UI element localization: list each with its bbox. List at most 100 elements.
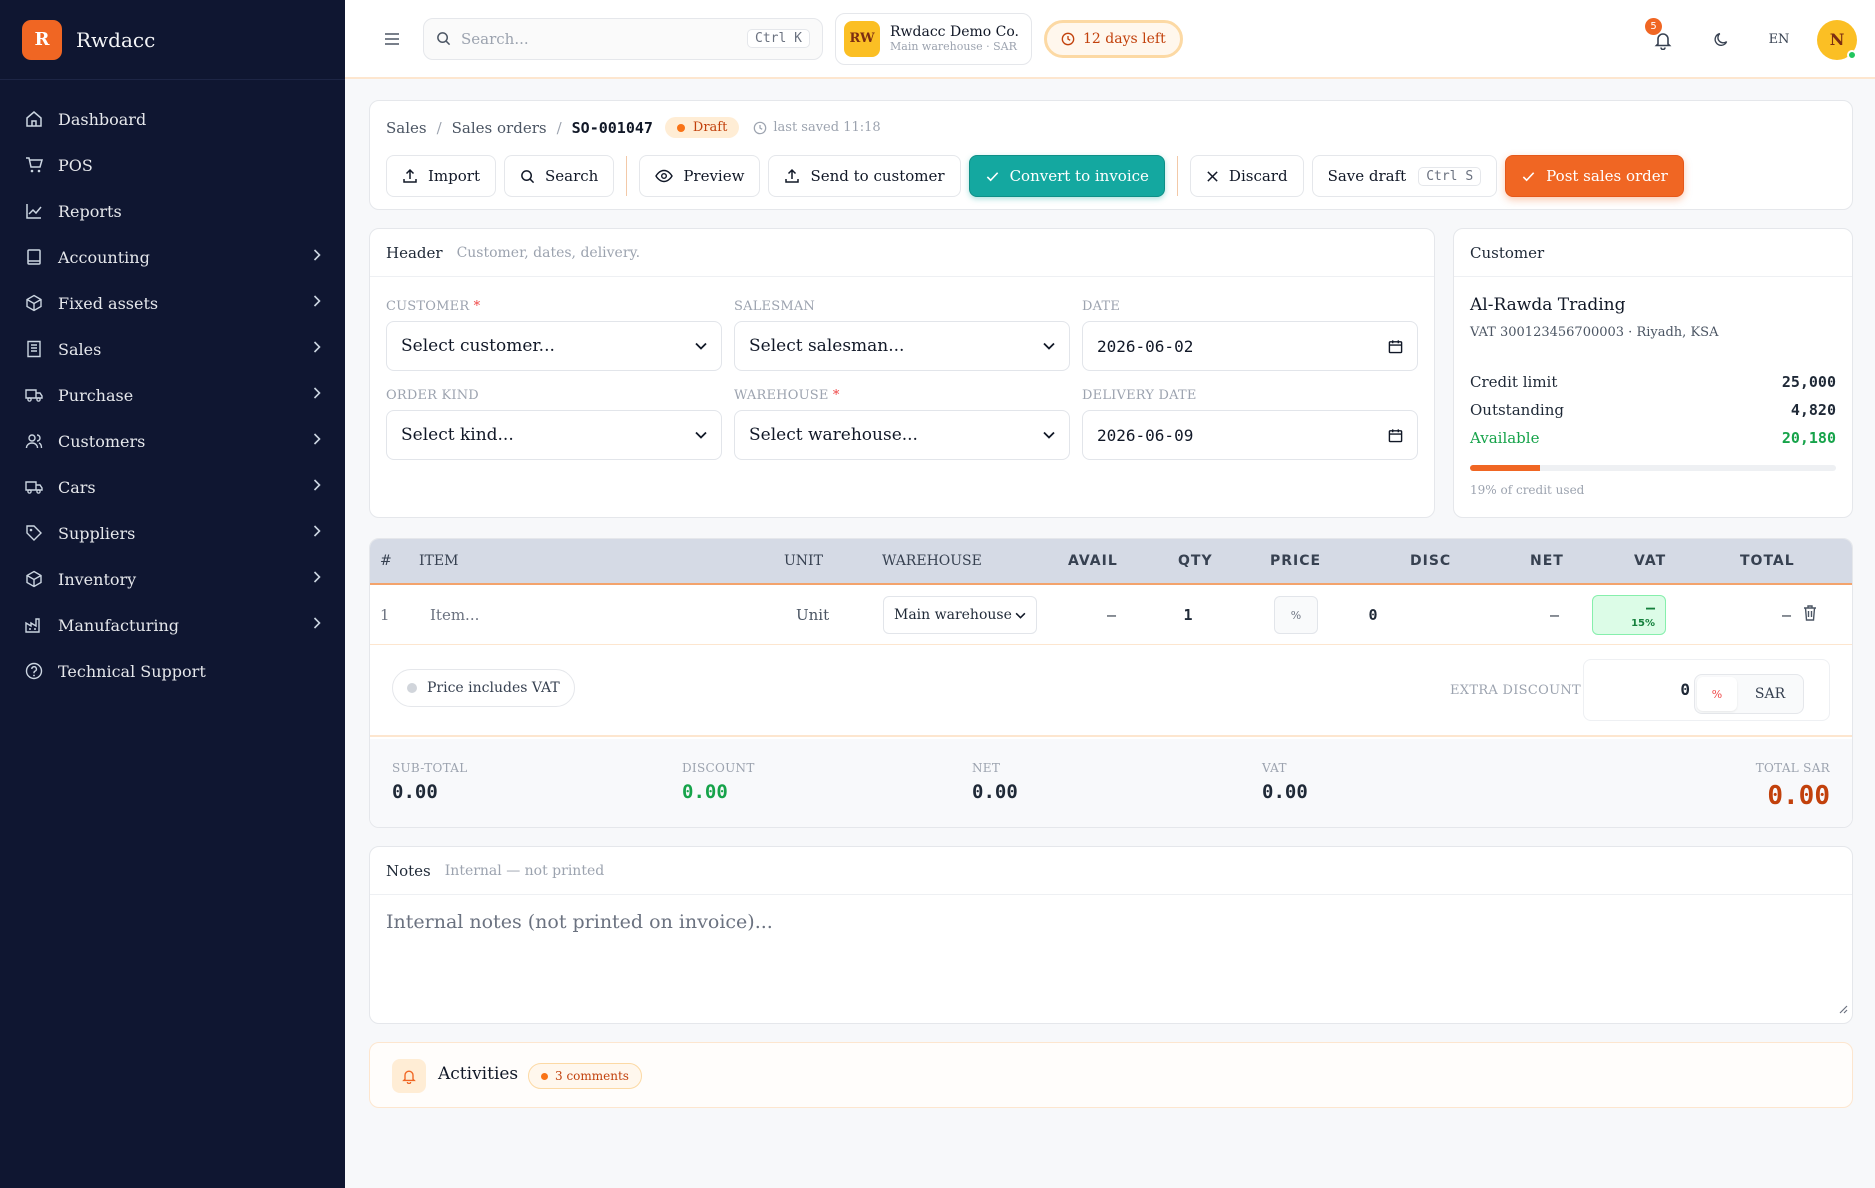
unit-input[interactable]: Unit <box>796 606 829 624</box>
clock-icon <box>1061 32 1075 45</box>
search-placeholder: Search... <box>461 29 529 48</box>
last-saved-text: last saved 11:18 <box>773 120 881 135</box>
outstanding-value: 4,820 <box>1790 401 1836 419</box>
section-title: Header <box>386 243 443 262</box>
company-switcher[interactable]: RW Rwdacc Demo Co. Main warehouse · SAR <box>835 12 1032 65</box>
customer-select[interactable]: Select customer... <box>386 321 722 371</box>
warehouse-select[interactable]: Select warehouse... <box>734 410 1070 460</box>
sidebar-item-inventory[interactable]: Inventory <box>0 556 345 602</box>
sidebar-item-customers[interactable]: Customers <box>0 418 345 464</box>
available-row: Available 20,180 <box>1470 429 1836 447</box>
comments-badge[interactable]: 3 comments <box>528 1063 642 1089</box>
preview-label: Preview <box>683 167 745 185</box>
upload-icon <box>785 168 800 183</box>
breadcrumb-sales-orders[interactable]: Sales orders <box>452 119 547 137</box>
sidebar-item-dashboard[interactable]: Dashboard <box>0 96 345 142</box>
salesman-select[interactable]: Select salesman... <box>734 321 1070 371</box>
trial-badge[interactable]: 12 days left <box>1043 19 1183 58</box>
trial-suffix: days left <box>1105 30 1166 47</box>
search-icon <box>521 169 535 183</box>
customer-value: Select customer... <box>401 336 555 356</box>
sidebar: R Rwdacc Dashboard POS Reports Accounting Fi… <box>0 0 345 1188</box>
sidebar-item-purchase[interactable]: Purchase <box>0 372 345 418</box>
discount-label: DISCOUNT <box>682 761 755 775</box>
disc-type-toggle[interactable]: % <box>1274 596 1318 634</box>
sidebar-item-label: Fixed assets <box>58 293 159 313</box>
trial-days: 12 <box>1082 30 1101 47</box>
discard-button[interactable]: Discard <box>1189 155 1304 197</box>
sidebar-item-suppliers[interactable]: Suppliers <box>0 510 345 556</box>
convert-to-invoice-button[interactable]: Convert to invoice <box>968 155 1165 197</box>
status-badge: Draft <box>664 117 740 138</box>
box-icon <box>24 293 44 313</box>
outstanding-row: Outstanding 4,820 <box>1470 401 1836 419</box>
chevron-right-icon <box>313 387 321 403</box>
theme-toggle[interactable] <box>1701 20 1741 60</box>
extra-discount-input[interactable]: 0 <box>1598 680 1690 699</box>
sidebar-item-label: Cars <box>58 477 96 497</box>
extra-discount-percent-option[interactable]: % <box>1697 677 1737 711</box>
extra-discount-label: EXTRA DISCOUNT <box>1450 683 1581 698</box>
receipt-icon <box>24 339 44 359</box>
sidebar-item-accounting[interactable]: Accounting <box>0 234 345 280</box>
import-button[interactable]: Import <box>386 155 496 197</box>
breadcrumb-sales[interactable]: Sales <box>386 119 427 137</box>
disc-input[interactable]: 0 <box>1358 606 1388 624</box>
vat-value-box[interactable]: — 15% <box>1592 595 1666 635</box>
sidebar-item-manufacturing[interactable]: Manufacturing <box>0 602 345 648</box>
sidebar-item-label: Sales <box>58 339 102 359</box>
col-price: PRICE <box>1270 553 1322 569</box>
line-warehouse-select[interactable]: Main warehouse <box>883 596 1037 634</box>
menu-toggle-icon[interactable] <box>375 22 409 56</box>
sidebar-item-fixed-assets[interactable]: Fixed assets <box>0 280 345 326</box>
preview-button[interactable]: Preview <box>639 155 761 197</box>
bell-icon <box>392 1059 426 1093</box>
brand[interactable]: R Rwdacc <box>0 0 345 80</box>
comments-count: 3 comments <box>555 1069 629 1083</box>
user-initial: N <box>1829 30 1845 49</box>
save-draft-button[interactable]: Save draft Ctrl S <box>1311 155 1498 197</box>
col-vat: VAT <box>1634 553 1667 569</box>
home-icon <box>24 109 44 129</box>
sidebar-item-pos[interactable]: POS <box>0 142 345 188</box>
activities-section[interactable]: Activities 3 comments <box>369 1042 1853 1108</box>
order-kind-select[interactable]: Select kind... <box>386 410 722 460</box>
notes-textarea[interactable]: Internal notes (not printed on invoice).… <box>370 895 1852 1023</box>
sidebar-item-label: Inventory <box>58 569 137 589</box>
brand-name: Rwdacc <box>76 27 156 52</box>
order-kind-label: ORDER KIND <box>386 388 479 403</box>
send-to-customer-button[interactable]: Send to customer <box>768 155 961 197</box>
close-icon <box>1207 170 1218 182</box>
salesman-label: SALESMAN <box>734 299 815 314</box>
company-name: Rwdacc Demo Co. <box>890 24 1019 40</box>
sidebar-item-reports[interactable]: Reports <box>0 188 345 234</box>
resize-handle-icon[interactable] <box>1838 997 1848 1019</box>
chevron-right-icon <box>313 433 321 449</box>
discount-value: 0.00 <box>682 781 728 803</box>
date-input[interactable]: 2026-06-02 <box>1082 321 1418 371</box>
truck-icon <box>24 477 44 497</box>
lines-footer: Price includes VAT EXTRA DISCOUNT 0 % SA… <box>370 647 1852 737</box>
tag-icon <box>24 523 44 543</box>
user-avatar[interactable]: N <box>1817 19 1857 60</box>
breadcrumb: Sales / Sales orders / SO-001047 Draft l… <box>386 117 881 138</box>
save-shortcut: Ctrl S <box>1418 166 1482 186</box>
discard-label: Discard <box>1228 167 1288 185</box>
price-includes-vat-toggle[interactable]: Price includes VAT <box>392 669 575 707</box>
total-value: — <box>1782 606 1792 624</box>
notifications-button[interactable]: 5 <box>1643 17 1683 60</box>
search-input[interactable]: Search... Ctrl K <box>423 17 823 60</box>
search-button[interactable]: Search <box>503 155 615 197</box>
language-switcher[interactable]: EN <box>1759 32 1799 47</box>
delivery-date-input[interactable]: 2026-06-09 <box>1082 410 1418 460</box>
extra-discount-currency-option[interactable]: SAR <box>1737 686 1803 702</box>
truck-icon <box>24 385 44 405</box>
delete-row-icon[interactable] <box>1802 604 1818 626</box>
post-sales-order-button[interactable]: Post sales order <box>1505 155 1684 197</box>
sidebar-item-cars[interactable]: Cars <box>0 464 345 510</box>
qty-input[interactable]: 1 <box>1168 606 1208 624</box>
sidebar-item-sales[interactable]: Sales <box>0 326 345 372</box>
item-input[interactable]: Item... <box>430 606 479 624</box>
send-label: Send to customer <box>810 167 945 185</box>
sidebar-item-technical-support[interactable]: Technical Support <box>0 648 345 694</box>
